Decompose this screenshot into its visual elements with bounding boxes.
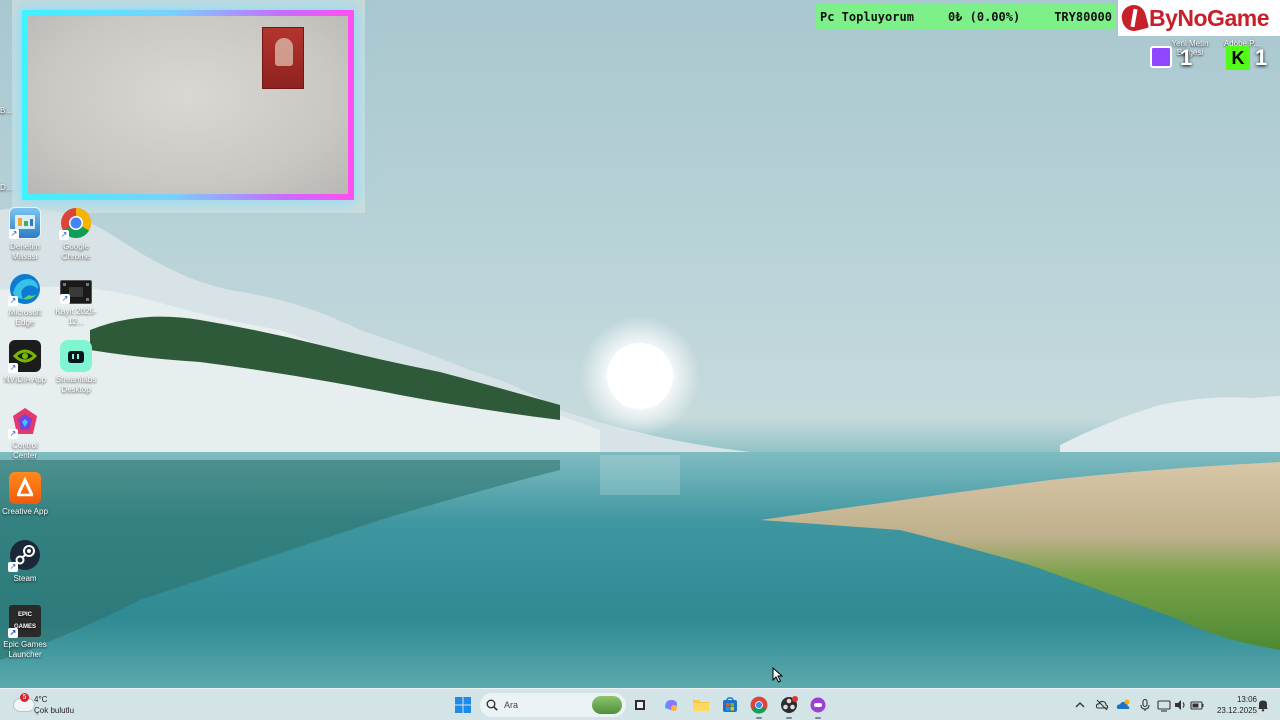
copilot-icon (665, 700, 677, 711)
desktop-icon-control-center[interactable]: ↗ Control Center (0, 406, 50, 461)
taskbar-copilot[interactable] (660, 694, 682, 716)
brand-name: ByNoGame (1149, 4, 1269, 31)
microphone-icon[interactable] (1138, 698, 1152, 712)
twitch-icon (1150, 46, 1172, 68)
desktop-icon-label: Google Chrome (61, 242, 91, 261)
cloud-off-icon[interactable] (1095, 698, 1109, 712)
running-indicator (815, 717, 821, 719)
twitch-follower-count: 1 (1180, 45, 1193, 70)
weather-temperature: 4°C (34, 695, 48, 704)
start-button[interactable] (452, 694, 474, 716)
task-view-icon (635, 700, 645, 710)
desktop-icon-label: Epic Games Launcher (3, 640, 47, 659)
weather-badge: 5 (20, 693, 29, 702)
volume-icon[interactable] (1173, 698, 1187, 712)
chevron-up-icon[interactable] (1073, 698, 1087, 712)
nvidia-icon: ↗ (8, 340, 41, 373)
bynogame-mark-icon (1119, 2, 1149, 34)
desktop-icon-steam[interactable]: ↗ Steam (0, 539, 50, 584)
taskbar-recording-app[interactable] (778, 694, 800, 719)
desktop-icon-label: Steam (13, 574, 37, 583)
desktop-icon-label: Streamlabs Desktop (55, 375, 97, 394)
desktop-icon-control-panel[interactable]: ↗ Denetim Masası (0, 207, 50, 262)
desktop-icon-chrome[interactable]: ↗ Google Chrome (51, 207, 101, 262)
desktop-icon-label: Kayıt 2025-12... (55, 307, 97, 326)
search-placeholder: Ara (504, 700, 519, 710)
donation-goal-title: Pc Topluyorum (820, 10, 914, 24)
desktop-icon-epic-games[interactable]: EPIC GAMES ↗ Epic Games Launcher (0, 605, 50, 660)
desktop-icon-recording-file[interactable]: ↗ Kayıt 2025-12... (51, 280, 101, 327)
taskbar-chrome[interactable] (748, 694, 770, 719)
epic-games-icon: EPIC GAMES ↗ (8, 605, 41, 638)
taskbar-clock[interactable]: 13:06 23.12.2025 (1207, 694, 1257, 716)
taskbar-file-explorer[interactable] (690, 694, 712, 716)
folder-icon (693, 700, 709, 711)
desktop-icon-nvidia-app[interactable]: ↗ NVIDIA App (0, 340, 50, 385)
desktop-icon-label: Control Center (12, 441, 38, 460)
taskbar-microsoft-store[interactable] (719, 694, 741, 716)
partial-desktop-label[interactable]: D... (0, 183, 18, 192)
desktop-icon-creative-app[interactable]: Creative App (0, 472, 50, 517)
search-icon (486, 699, 498, 711)
search-highlight-image (592, 696, 622, 714)
video-file-icon: ↗ (60, 280, 92, 304)
steam-icon: ↗ (8, 539, 41, 572)
taskbar-purple-app[interactable] (807, 694, 829, 719)
weather-widget[interactable]: 5 4°C Çok bulutlu (10, 693, 90, 717)
donation-goal-progress: 0₺ (0.00%) (947, 10, 1021, 24)
creative-app-icon (9, 472, 41, 504)
running-indicator (786, 717, 792, 719)
notification-bell-icon[interactable] (1256, 698, 1270, 712)
epic-games-badge-text: EPIC GAMES (13, 612, 36, 630)
taskbar-search[interactable]: Ara (480, 693, 626, 717)
bynogame-logo: ByNoGame (1118, 0, 1280, 36)
weather-condition: Çok bulutlu (34, 706, 75, 715)
battery-icon[interactable] (1190, 698, 1204, 712)
recording-app-icon (781, 696, 798, 713)
windows-logo-icon (455, 697, 471, 713)
edge-icon: ↗ (8, 273, 41, 306)
mouse-cursor-icon (772, 667, 784, 683)
running-indicator (756, 717, 762, 719)
taskbar: 5 4°C Çok bulutlu Ara 13:06 23.12.2025 (0, 688, 1280, 720)
desktop-icon-label: Creative App (2, 507, 48, 516)
kick-icon: K (1226, 46, 1250, 70)
control-panel-icon: ↗ (9, 207, 41, 239)
clock-date: 23.12.2025 (1216, 706, 1257, 715)
clock-time: 13:06 (1236, 695, 1257, 704)
purple-app-icon (810, 697, 826, 713)
desktop-icon-label: Denetim Masası (10, 242, 40, 261)
network-icon[interactable] (1157, 698, 1171, 712)
webcam-neon-border (22, 10, 354, 200)
control-center-icon: ↗ (8, 406, 41, 439)
partial-desktop-label[interactable]: B... (0, 106, 18, 115)
donation-goal-target: TRY80000 (1054, 10, 1112, 24)
taskbar-task-view[interactable] (629, 694, 651, 716)
streamlabs-icon (60, 340, 92, 372)
chrome-icon: ↗ (59, 207, 92, 240)
desktop-icon-label: Microsoft Edge (8, 308, 42, 327)
donation-goal-bar: Pc Topluyorum 0₺ (0.00%) TRY80000 (816, 4, 1116, 30)
store-icon (723, 697, 737, 712)
desktop-icon-edge[interactable]: ↗ Microsoft Edge (0, 273, 50, 328)
desktop-icon-streamlabs[interactable]: Streamlabs Desktop (51, 340, 101, 395)
chrome-icon (750, 696, 768, 714)
kick-follower-count: 1 (1255, 45, 1268, 70)
desktop-icon-label: NVIDIA App (3, 375, 47, 384)
webcam-poster (262, 27, 304, 89)
onedrive-icon[interactable] (1116, 698, 1130, 712)
